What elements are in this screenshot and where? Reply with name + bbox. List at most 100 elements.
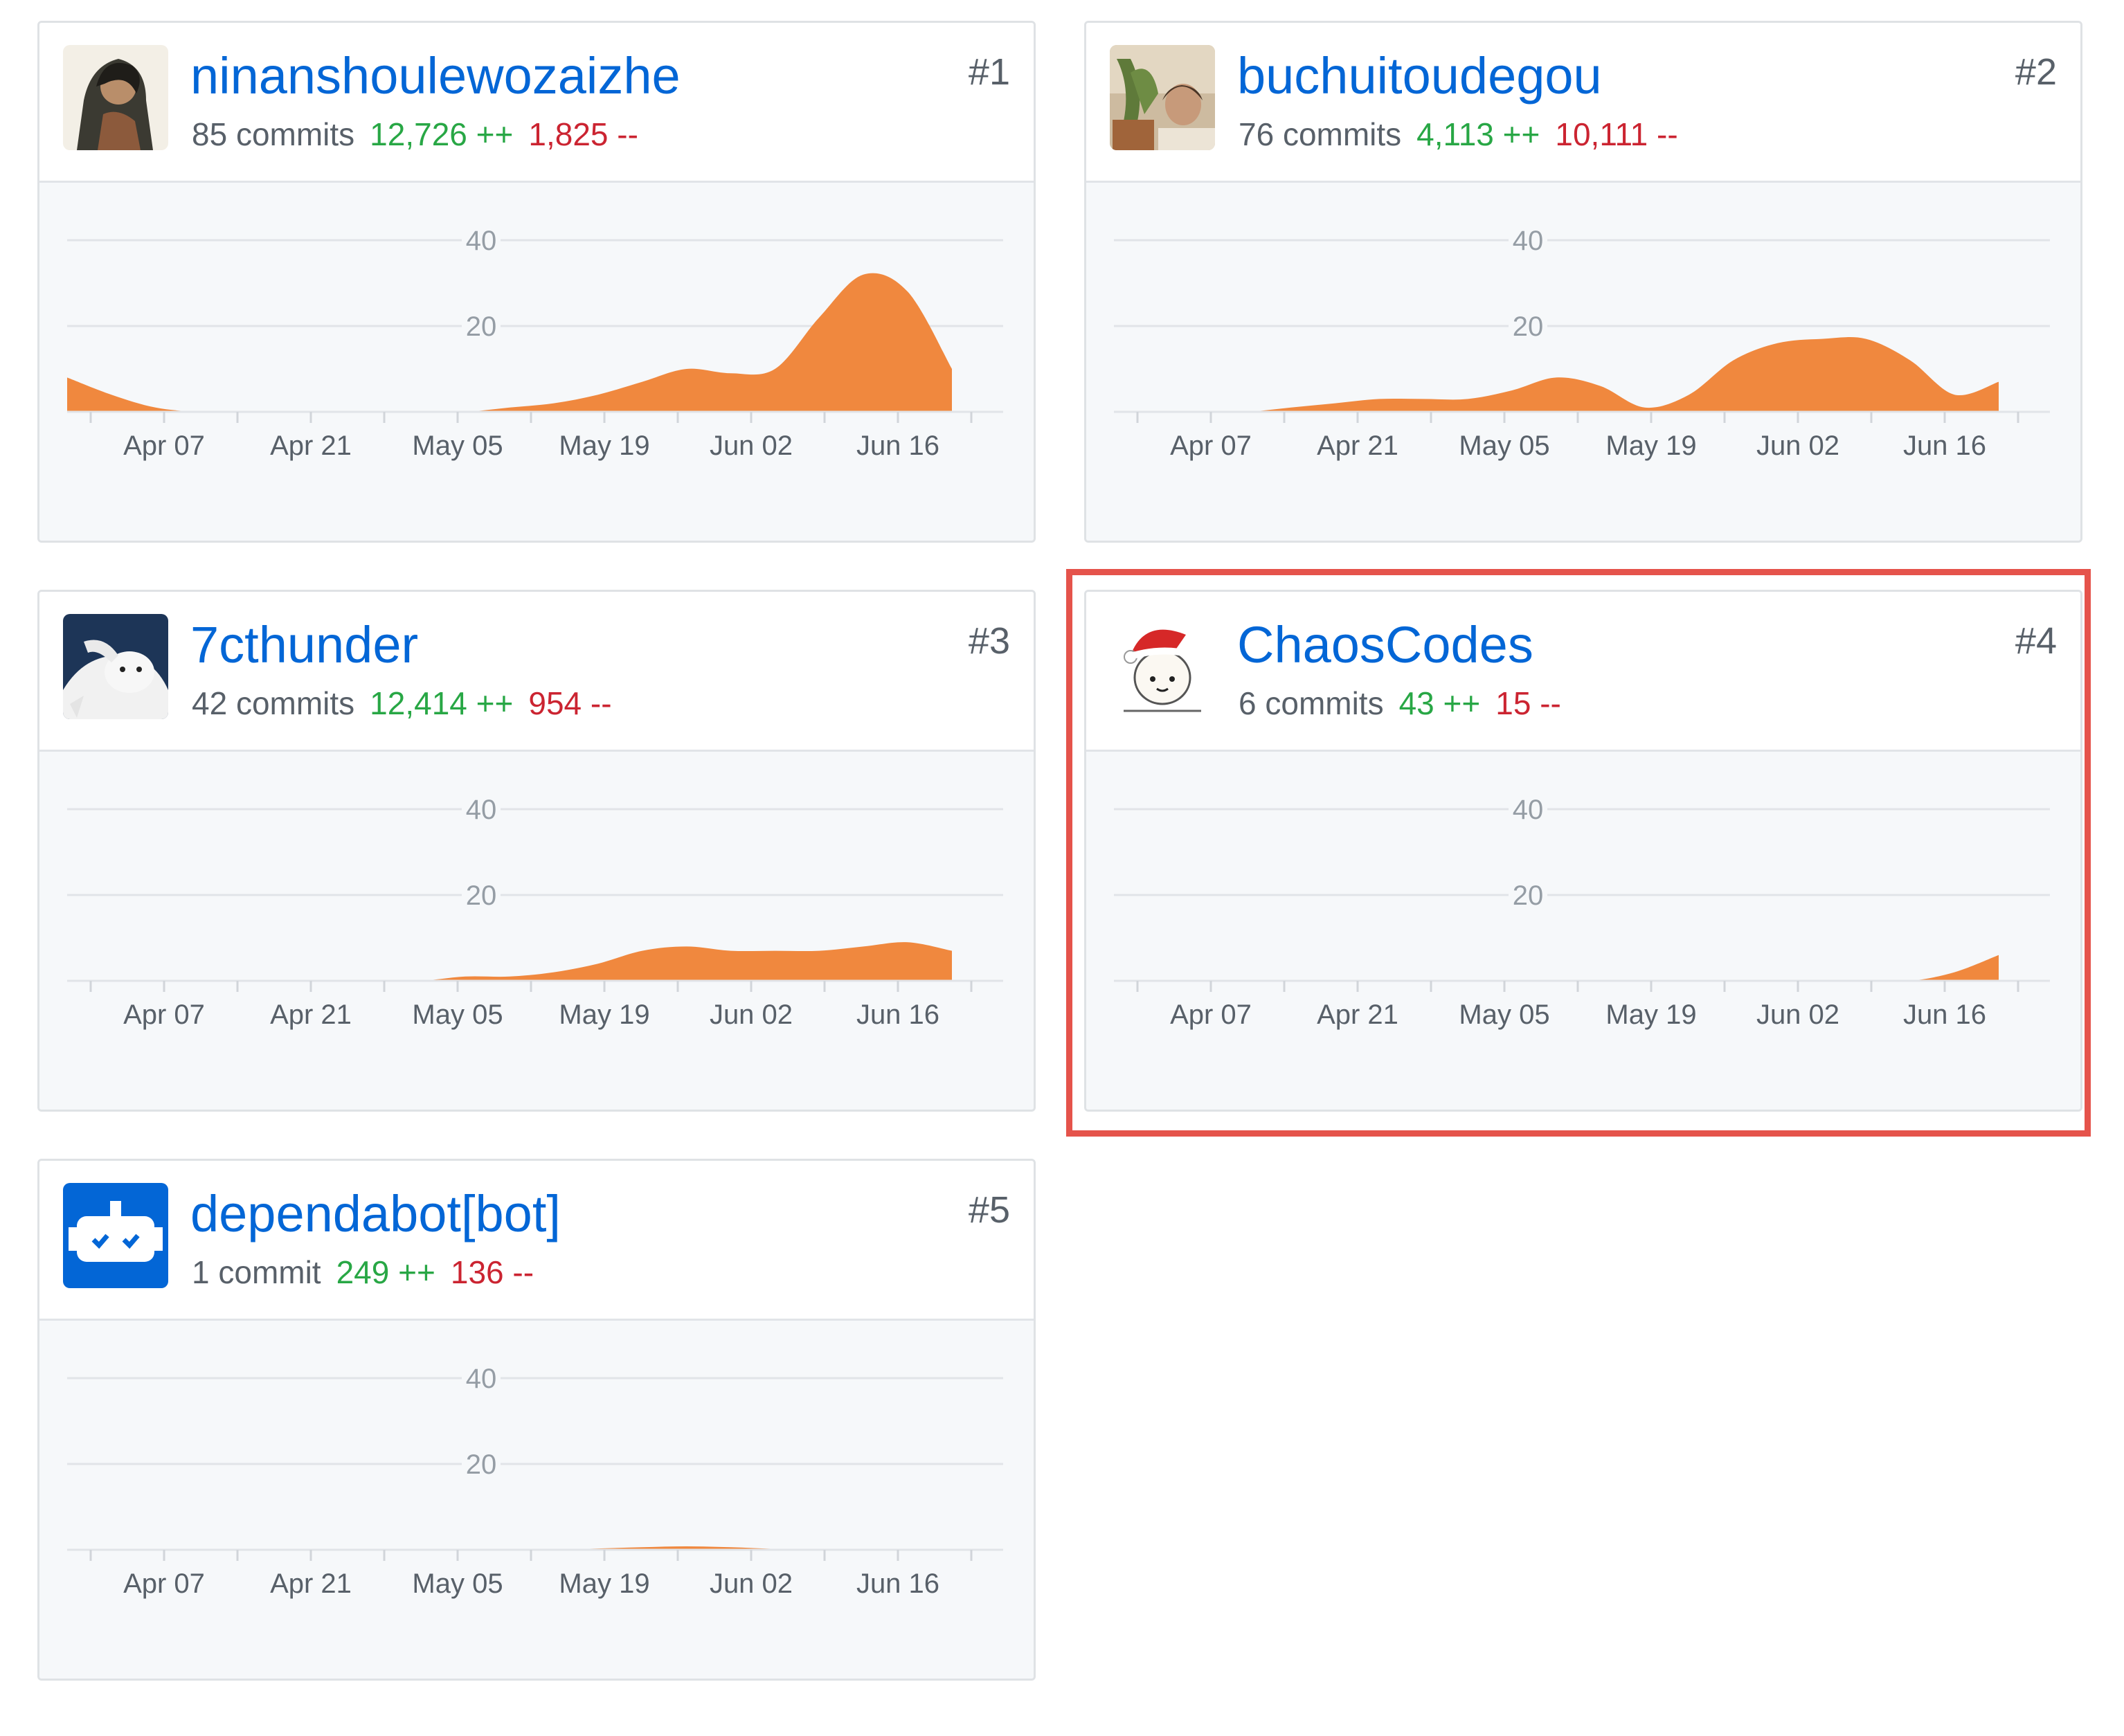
contribution-stats: 42 commits 12,414 ++ 954 --	[192, 687, 612, 719]
x-tick-label: May 19	[1605, 1000, 1696, 1030]
y-tick-label: 40	[466, 1364, 497, 1394]
contribution-stats: 1 commit 249 ++ 136 --	[192, 1256, 534, 1288]
card-header: dependabot[bot] 1 commit 249 ++ 136 -- #5	[39, 1161, 1034, 1321]
commit-count[interactable]: 6 commits	[1239, 685, 1384, 721]
x-tick-label: Apr 07	[1170, 431, 1252, 461]
rank-label: #1	[968, 51, 1010, 93]
x-tick-label: Jun 02	[710, 1000, 793, 1030]
deletions-count: 10,111 --	[1555, 116, 1678, 152]
avatar[interactable]	[63, 45, 168, 150]
x-tick-label: Apr 21	[270, 1568, 352, 1599]
area-chart: 20 40 Apr 07 Apr 21 May 05 May 19 Jun 02 Jun 16	[67, 225, 1003, 461]
additions-count: 4,113 ++	[1416, 116, 1540, 152]
x-tick-label: May 19	[559, 1568, 649, 1599]
x-tick-label: Apr 21	[1317, 431, 1398, 461]
commit-count[interactable]: 85 commits	[192, 116, 354, 152]
commit-count[interactable]: 42 commits	[192, 685, 354, 721]
username-link[interactable]: buchuitoudegou	[1237, 51, 1602, 102]
additions-count: 43 ++	[1398, 685, 1481, 721]
x-tick-label: May 05	[412, 1568, 503, 1599]
contribution-stats: 85 commits 12,726 ++ 1,825 --	[192, 118, 638, 150]
series-area	[67, 273, 952, 412]
x-tick-label: Jun 16	[856, 1000, 939, 1030]
user-avatar-icon	[63, 614, 168, 719]
x-tick-label: Apr 21	[270, 431, 352, 461]
rank-label: #3	[968, 620, 1010, 662]
user-avatar-icon	[1110, 45, 1215, 150]
y-tick-label: 20	[466, 311, 497, 342]
x-tick-label: May 05	[412, 1000, 503, 1030]
avatar[interactable]	[63, 614, 168, 719]
x-tick-label: May 19	[559, 1000, 649, 1030]
contribution-stats: 76 commits 4,113 ++ 10,111 --	[1239, 118, 1678, 150]
additions-count: 12,726 ++	[370, 116, 514, 152]
rank-label: #4	[2015, 620, 2057, 662]
deletions-count: 15 --	[1495, 685, 1561, 721]
x-tick-label: Jun 16	[856, 1568, 939, 1599]
series-area	[1114, 337, 1999, 412]
card-header: 7cthunder 42 commits 12,414 ++ 954 -- #3	[39, 592, 1034, 752]
x-tick-label: Jun 16	[856, 431, 939, 461]
user-avatar-icon	[1110, 614, 1215, 719]
x-tick-label: Apr 21	[1317, 1000, 1398, 1030]
contribution-stats: 6 commits 43 ++ 15 --	[1239, 687, 1561, 719]
x-tick-label: Jun 16	[1903, 1000, 1986, 1030]
series-area	[67, 942, 952, 981]
commit-activity-chart: 20 40 Apr 07 Apr 21 May 05 May 19 Jun 02 Jun 16	[39, 752, 1034, 1110]
y-tick-label: 40	[466, 226, 497, 256]
x-tick-label: Apr 07	[1170, 1000, 1252, 1030]
avatar[interactable]	[1110, 45, 1215, 150]
area-chart: 20 40 Apr 07 Apr 21 May 05 May 19 Jun 02 Jun 16	[67, 1363, 1003, 1599]
y-tick-label: 20	[1513, 880, 1544, 911]
area-chart: 20 40 Apr 07 Apr 21 May 05 May 19 Jun 02 Jun 16	[1114, 225, 2050, 461]
y-tick-label: 40	[466, 795, 497, 825]
area-chart: 20 40 Apr 07 Apr 21 May 05 May 19 Jun 02 Jun 16	[67, 794, 1003, 1030]
x-tick-label: May 05	[1459, 431, 1549, 461]
contributor-card: buchuitoudegou 76 commits 4,113 ++ 10,111 …	[1084, 21, 2082, 543]
additions-count: 249 ++	[336, 1254, 435, 1290]
x-tick-label: Jun 16	[1903, 431, 1986, 461]
y-tick-label: 20	[1513, 311, 1544, 342]
x-tick-label: May 05	[412, 431, 503, 461]
deletions-count: 954 --	[528, 685, 612, 721]
commit-activity-chart: 20 40 Apr 07 Apr 21 May 05 May 19 Jun 02 Jun 16	[1086, 752, 2080, 1110]
x-tick-label: May 05	[1459, 1000, 1549, 1030]
commit-count[interactable]: 1 commit	[192, 1254, 321, 1290]
y-tick-label: 40	[1513, 795, 1544, 825]
contributor-card: ChaosCodes 6 commits 43 ++ 15 -- #4 20 40 Ap…	[1084, 590, 2082, 1112]
x-tick-label: Jun 02	[710, 1568, 793, 1599]
username-link[interactable]: dependabot[bot]	[190, 1188, 561, 1240]
x-tick-label: Jun 02	[1756, 431, 1839, 461]
user-avatar-icon	[63, 45, 168, 150]
contributor-card: ninanshoulewozaizhe 85 commits 12,726 ++ 1…	[37, 21, 1036, 543]
commit-count[interactable]: 76 commits	[1239, 116, 1401, 152]
card-header: ninanshoulewozaizhe 85 commits 12,726 ++ 1…	[39, 23, 1034, 183]
username-link[interactable]: 7cthunder	[190, 620, 418, 671]
x-tick-label: Apr 07	[123, 1568, 205, 1599]
x-tick-label: Jun 02	[710, 431, 793, 461]
username-link[interactable]: ninanshoulewozaizhe	[190, 51, 681, 102]
card-header: buchuitoudegou 76 commits 4,113 ++ 10,111 …	[1086, 23, 2080, 183]
y-tick-label: 20	[466, 1449, 497, 1480]
rank-label: #5	[968, 1189, 1010, 1231]
x-tick-label: Apr 07	[123, 1000, 205, 1030]
avatar[interactable]	[63, 1183, 168, 1288]
x-tick-label: Apr 21	[270, 1000, 352, 1030]
additions-count: 12,414 ++	[370, 685, 514, 721]
rank-label: #2	[2015, 51, 2057, 93]
x-tick-label: Jun 02	[1756, 1000, 1839, 1030]
series-area	[1114, 955, 1999, 981]
card-header: ChaosCodes 6 commits 43 ++ 15 -- #4	[1086, 592, 2080, 752]
deletions-count: 1,825 --	[528, 116, 638, 152]
commit-activity-chart: 20 40 Apr 07 Apr 21 May 05 May 19 Jun 02 Jun 16	[1086, 183, 2080, 541]
commit-activity-chart: 20 40 Apr 07 Apr 21 May 05 May 19 Jun 02 Jun 16	[39, 1321, 1034, 1679]
contributor-card: dependabot[bot] 1 commit 249 ++ 136 -- #5 …	[37, 1159, 1036, 1681]
y-tick-label: 40	[1513, 226, 1544, 256]
deletions-count: 136 --	[450, 1254, 534, 1290]
robot-avatar-icon	[63, 1183, 168, 1288]
avatar[interactable]	[1110, 614, 1215, 719]
x-tick-label: Apr 07	[123, 431, 205, 461]
x-tick-label: May 19	[559, 431, 649, 461]
username-link[interactable]: ChaosCodes	[1237, 620, 1533, 671]
x-tick-label: May 19	[1605, 431, 1696, 461]
